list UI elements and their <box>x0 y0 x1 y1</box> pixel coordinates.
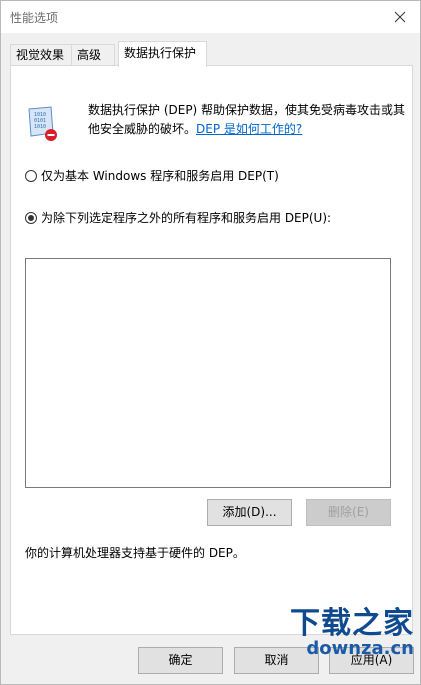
radio-all-except-option[interactable]: 为除下列选定程序之外的所有程序和服务启用 DEP(U): <box>25 209 331 226</box>
svg-text:1010: 1010 <box>34 124 46 130</box>
tab-advanced[interactable]: 高级 <box>71 44 115 66</box>
radio-basic[interactable] <box>25 169 37 182</box>
tab-visual-effects[interactable]: 视觉效果 <box>10 44 72 66</box>
apply-button[interactable]: 应用(A) <box>329 647 414 674</box>
dep-shield-binary-icon: 1010 0101 1010 <box>28 106 57 141</box>
tab-data-execution-prevention[interactable]: 数据执行保护 <box>118 41 207 67</box>
excluded-programs-list[interactable] <box>25 258 391 488</box>
title-bar: 性能选项 <box>1 1 420 33</box>
radio-basic-option[interactable]: 仅为基本 Windows 程序和服务启用 DEP(T) <box>25 167 279 184</box>
window-title: 性能选项 <box>10 11 59 25</box>
radio-basic-label: 仅为基本 Windows 程序和服务启用 DEP(T) <box>41 169 279 183</box>
performance-options-window: 性能选项 视觉效果 高级 数据执行保护 1010 0101 1010 数据执行保… <box>0 0 421 685</box>
dep-help-link[interactable]: DEP 是如何工作的? <box>196 122 302 136</box>
close-button[interactable] <box>380 1 420 33</box>
hardware-dep-support-text: 你的计算机处理器支持基于硬件的 DEP。 <box>25 546 245 560</box>
dep-tab-panel: 1010 0101 1010 数据执行保护 (DEP) 帮助保护数据，使其免受病… <box>10 65 413 635</box>
close-icon <box>394 11 406 23</box>
add-program-button[interactable]: 添加(D)... <box>207 499 292 526</box>
radio-all-except[interactable] <box>25 211 37 224</box>
radio-all-except-label: 为除下列选定程序之外的所有程序和服务启用 DEP(U): <box>41 211 332 225</box>
ok-button[interactable]: 确定 <box>138 647 223 674</box>
dep-description: 数据执行保护 (DEP) 帮助保护数据，使其免受病毒攻击或其他安全威胁的破坏。D… <box>88 101 408 139</box>
cancel-button[interactable]: 取消 <box>234 647 319 674</box>
remove-program-button[interactable]: 删除(E) <box>306 499 391 526</box>
